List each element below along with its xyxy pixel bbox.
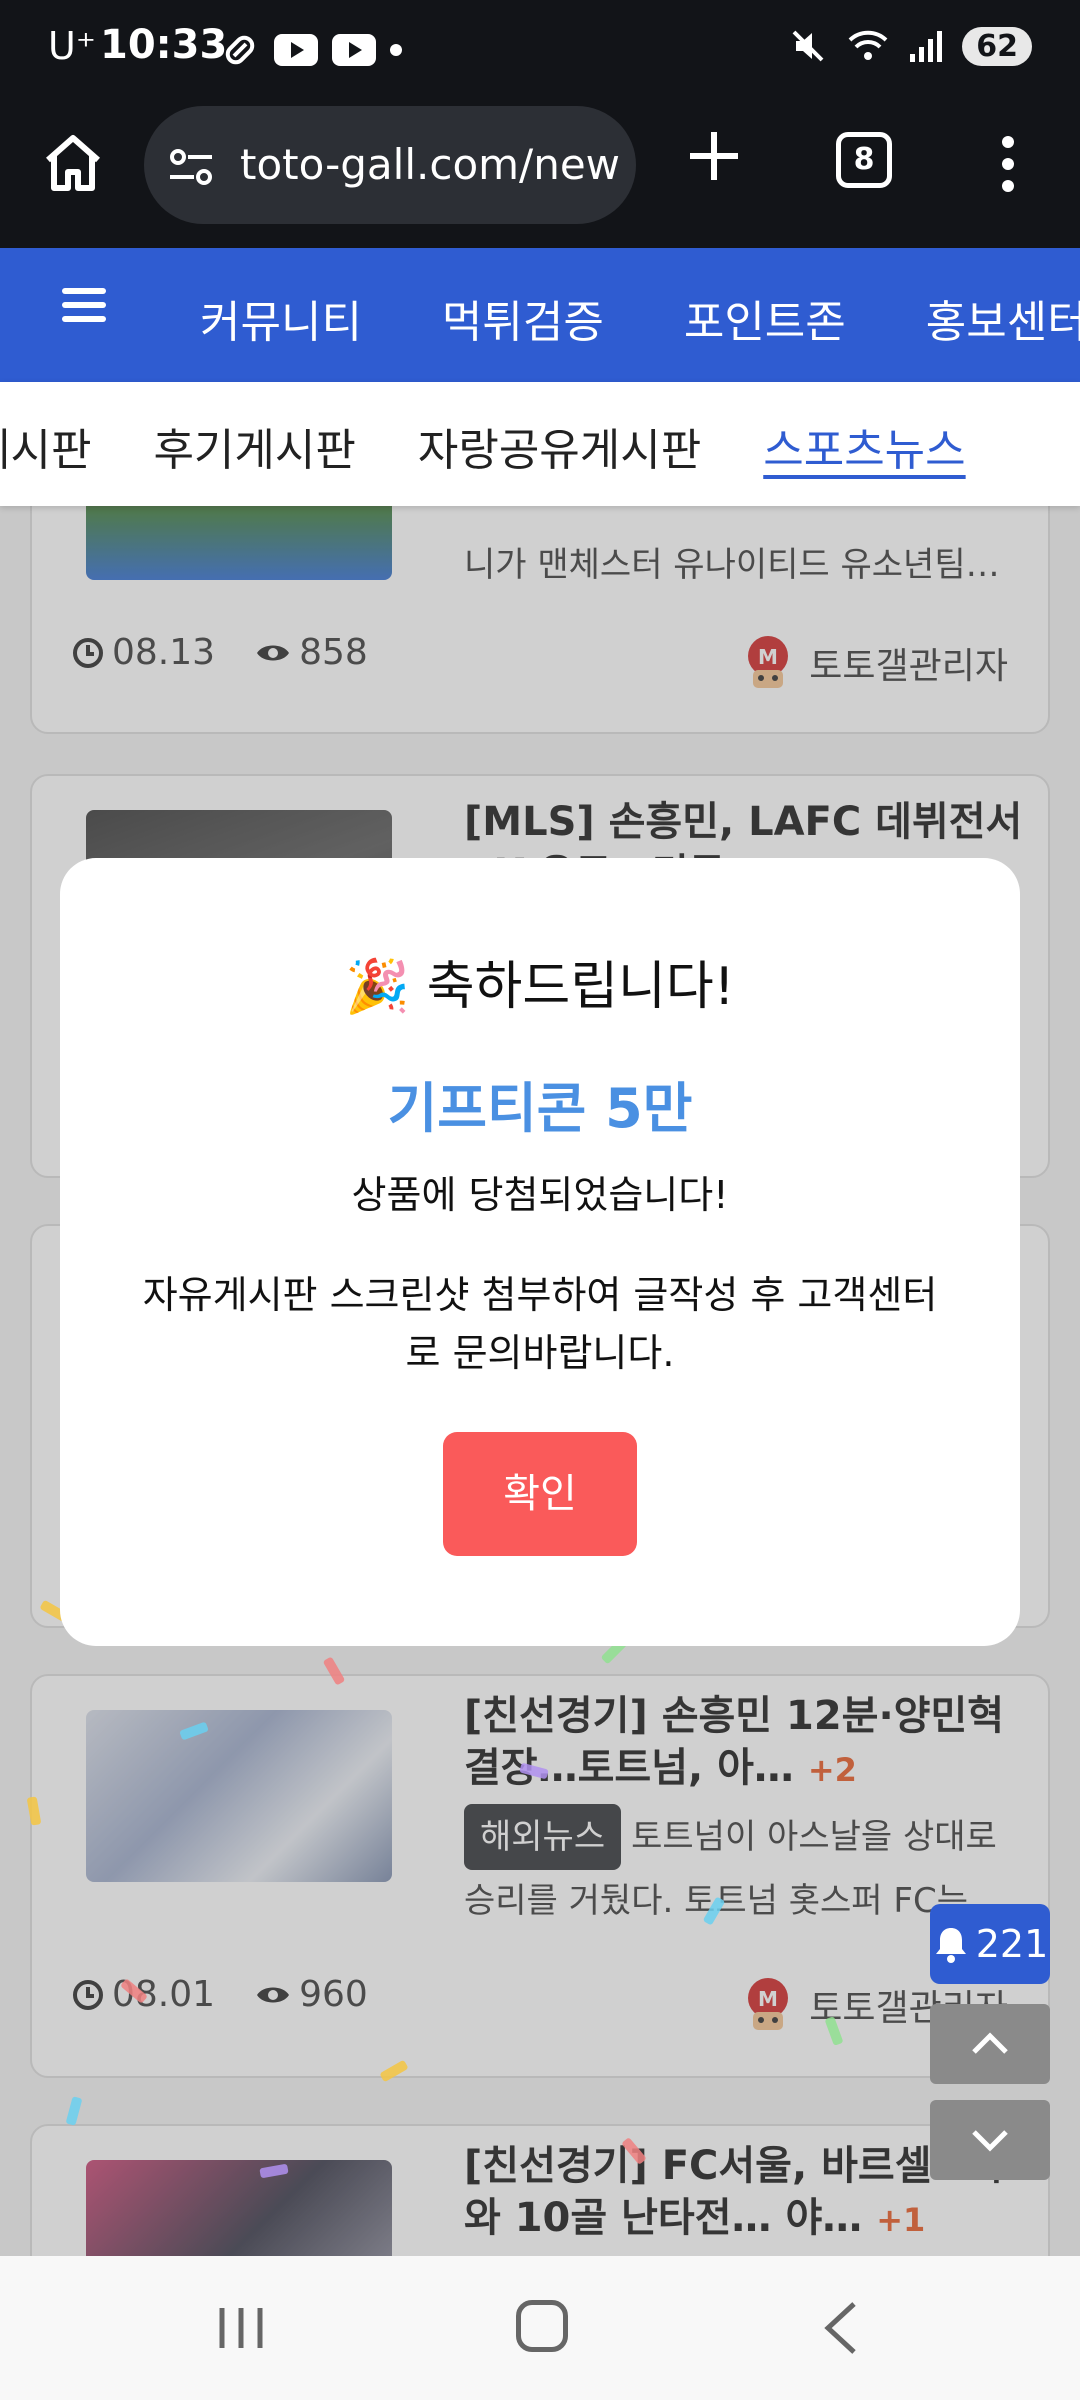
menu-icon[interactable]	[62, 288, 106, 322]
confetti-piece	[702, 1896, 726, 1926]
system-home-icon[interactable]	[516, 2300, 568, 2352]
address-bar[interactable]: toto-gall.com/new	[144, 106, 636, 224]
scroll-top-button[interactable]	[930, 2004, 1050, 2084]
new-tab-icon[interactable]	[684, 126, 744, 186]
sub-nav-sports-news[interactable]: 스포츠뉴스	[763, 414, 965, 478]
sub-nav: 게시판 후기게시판 자랑공유게시판 스포츠뉴스	[0, 382, 1080, 506]
confetti-piece	[379, 2059, 409, 2083]
nav-item-promo[interactable]: 홍보센터	[926, 286, 1080, 350]
modal-subtitle: 상품에 당첨되었습니다!	[351, 1173, 729, 1217]
mute-icon	[792, 30, 824, 62]
chevron-up-icon	[972, 2032, 1008, 2054]
clock: 10:33	[100, 22, 228, 68]
notification-button[interactable]: 221	[930, 1904, 1050, 1984]
confetti-piece	[824, 2016, 844, 2046]
modal-description: 자유게시판 스크린샷 첨부하여 글작성 후 고객센터로 문의바랍니다.	[142, 1273, 938, 1375]
site-nav: 커뮤니티 먹튀검증 포인트존 홍보센터	[0, 248, 1080, 382]
confetti-piece	[519, 1762, 549, 1780]
bell-icon	[935, 1928, 966, 1963]
back-icon[interactable]	[820, 2300, 860, 2356]
sub-nav-board[interactable]: 게시판	[0, 414, 91, 478]
system-icons: 62	[788, 26, 1032, 66]
confetti-piece	[26, 1796, 42, 1826]
youtube-icon	[274, 34, 318, 66]
system-nav-bar	[0, 2256, 1080, 2400]
sub-nav-reviews[interactable]: 후기게시판	[153, 414, 355, 478]
confetti-piece	[259, 2163, 289, 2179]
carrier-label: U⁺	[48, 24, 96, 68]
party-popper-icon: 🎉	[345, 957, 411, 1017]
notification-icons	[220, 30, 402, 70]
nav-item-verification[interactable]: 먹튀검증	[442, 286, 604, 350]
home-icon[interactable]	[40, 130, 106, 196]
sub-nav-showoff[interactable]: 자랑공유게시판	[418, 414, 701, 478]
tab-switcher-button[interactable]: 8	[836, 132, 892, 188]
nav-item-community[interactable]: 커뮤니티	[200, 286, 362, 350]
scroll-bottom-button[interactable]	[930, 2100, 1050, 2180]
confirm-button[interactable]: 확인	[443, 1432, 637, 1556]
confetti-piece	[621, 2137, 647, 2165]
modal-title: 축하드립니다!	[426, 957, 735, 1017]
notification-count: 221	[975, 1922, 1049, 1966]
confetti-piece	[65, 2096, 83, 2126]
overflow-menu-icon[interactable]	[996, 134, 1020, 194]
more-notifications-dot	[390, 44, 402, 56]
url-text[interactable]: toto-gall.com/new	[240, 140, 620, 189]
confetti-piece	[120, 1978, 148, 2004]
battery-indicator: 62	[962, 26, 1032, 66]
wifi-icon	[848, 30, 888, 60]
chevron-down-icon	[972, 2130, 1008, 2152]
recents-icon[interactable]	[216, 2306, 266, 2350]
status-bar: U⁺ 10:33 62	[0, 0, 1080, 100]
prize-name: 기프티콘 5만	[387, 1077, 693, 1140]
nav-item-points[interactable]: 포인트존	[684, 286, 846, 350]
prize-modal: 🎉 축하드립니다! 기프티콘 5만 상품에 당첨되었습니다! 자유게시판 스크린…	[60, 858, 1020, 1646]
signal-icon	[910, 31, 943, 62]
youtube-icon	[332, 34, 376, 66]
pill-icon	[225, 35, 255, 65]
confetti-piece	[179, 1721, 209, 1741]
confetti-piece	[322, 1656, 346, 1686]
app-screen: { "status_bar": { "carrier": "U⁺", "time…	[0, 0, 1080, 2400]
site-settings-icon[interactable]	[168, 144, 214, 190]
browser-toolbar: toto-gall.com/new 8	[0, 100, 1080, 248]
